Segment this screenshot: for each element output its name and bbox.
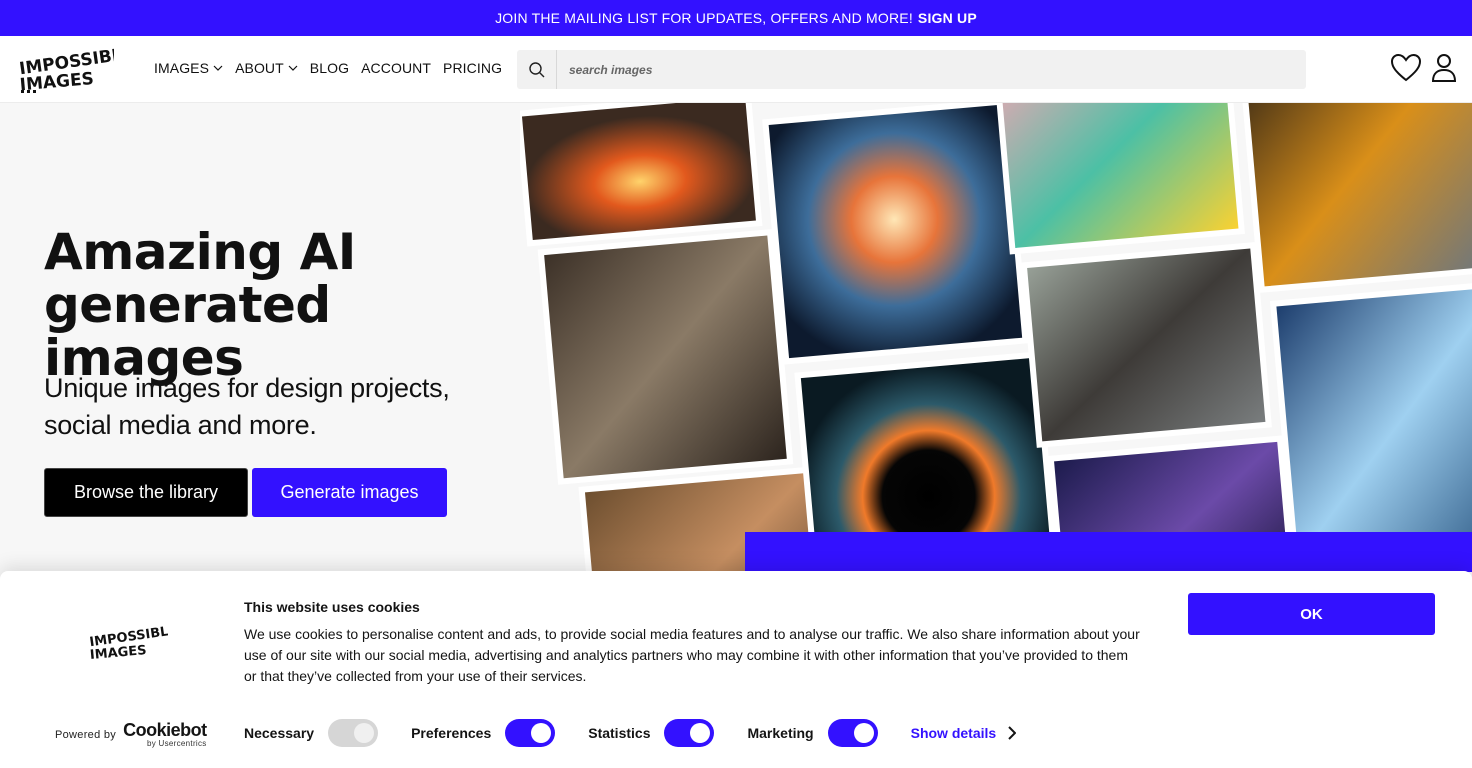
chevron-right-icon xyxy=(1008,726,1017,740)
cookie-title: This website uses cookies xyxy=(244,599,420,615)
cookie-description: We use cookies to personalise content an… xyxy=(244,626,1140,684)
impossible-images-logo[interactable]: IMPOSSIBLE IMAGES xyxy=(18,46,114,94)
nav-images-label: IMAGES xyxy=(154,60,210,76)
nav-account-label: ACCOUNT xyxy=(361,60,432,76)
browse-library-button[interactable]: Browse the library xyxy=(44,468,248,517)
search-input[interactable] xyxy=(557,50,1306,89)
ok-button[interactable]: OK xyxy=(1188,593,1435,635)
chevron-down-icon xyxy=(288,65,298,71)
nav-pricing[interactable]: PRICING xyxy=(443,60,502,76)
necessary-switch xyxy=(328,719,379,747)
marketing-switch[interactable] xyxy=(827,719,878,747)
toggle-marketing: Marketing xyxy=(747,719,878,747)
nav-blog-label: BLOG xyxy=(309,60,350,76)
collage-art xyxy=(520,103,1472,571)
toggle-necessary-label: Necessary xyxy=(244,725,315,741)
cookiebot-logo: Cookiebot by Usercentrics xyxy=(123,721,207,748)
powered-by-label: Powered by xyxy=(55,728,117,741)
heart-icon[interactable] xyxy=(1390,52,1422,84)
promo-text: JOIN THE MAILING LIST FOR UPDATES, OFFER… xyxy=(495,10,913,26)
preferences-switch[interactable] xyxy=(505,719,556,747)
powered-by-cookiebot[interactable]: Powered by Cookiebot by Usercentrics xyxy=(55,721,207,748)
search-bar xyxy=(517,50,1306,89)
site-header: IMPOSSIBLE IMAGES IMAGES ABOUT BLOG ACCO… xyxy=(0,36,1472,103)
sign-up-link[interactable]: SIGN UP xyxy=(918,10,977,26)
toggle-statistics: Statistics xyxy=(588,719,715,747)
generate-images-button[interactable]: Generate images xyxy=(252,468,447,517)
hero-title-line1: Amazing AI xyxy=(44,223,356,281)
toggle-preferences-label: Preferences xyxy=(411,725,492,741)
chevron-down-icon xyxy=(213,65,223,71)
accent-band xyxy=(745,532,1472,572)
toggle-necessary: Necessary xyxy=(244,719,379,747)
cookie-toggles: Necessary Preferences Statistics Marketi… xyxy=(244,719,1017,747)
toggle-preferences: Preferences xyxy=(411,719,556,747)
search-icon[interactable] xyxy=(517,50,557,89)
show-details-label: Show details xyxy=(910,725,997,741)
cookiebot-subline: by Usercentrics xyxy=(146,739,207,748)
nav-account[interactable]: ACCOUNT xyxy=(361,60,431,76)
cookiebot-name: Cookiebot xyxy=(123,720,207,740)
show-details-link[interactable]: Show details xyxy=(911,725,1017,741)
nav-pricing-label: PRICING xyxy=(443,60,503,76)
statistics-switch[interactable] xyxy=(664,719,715,747)
nav-about-label: ABOUT xyxy=(235,60,284,76)
hero-subtitle: Unique images for design projects, socia… xyxy=(44,373,450,440)
nav-images[interactable]: IMAGES xyxy=(154,60,223,76)
cookie-consent-banner: IMPOSSIBLE IMAGES Powered by Cookiebot b… xyxy=(0,571,1472,768)
hero-title: Amazing AI generated images xyxy=(44,226,524,385)
image-collage xyxy=(520,103,1472,571)
toggle-marketing-label: Marketing xyxy=(747,725,814,741)
impossible-images-logo: IMPOSSIBLE IMAGES xyxy=(89,623,168,663)
user-icon[interactable] xyxy=(1430,52,1458,84)
nav-blog[interactable]: BLOG xyxy=(310,60,349,76)
toggle-statistics-label: Statistics xyxy=(588,725,651,741)
promo-banner: JOIN THE MAILING LIST FOR UPDATES, OFFER… xyxy=(0,0,1472,36)
main-nav: IMAGES ABOUT BLOG ACCOUNT PRICING xyxy=(154,60,514,76)
nav-about[interactable]: ABOUT xyxy=(235,60,298,76)
